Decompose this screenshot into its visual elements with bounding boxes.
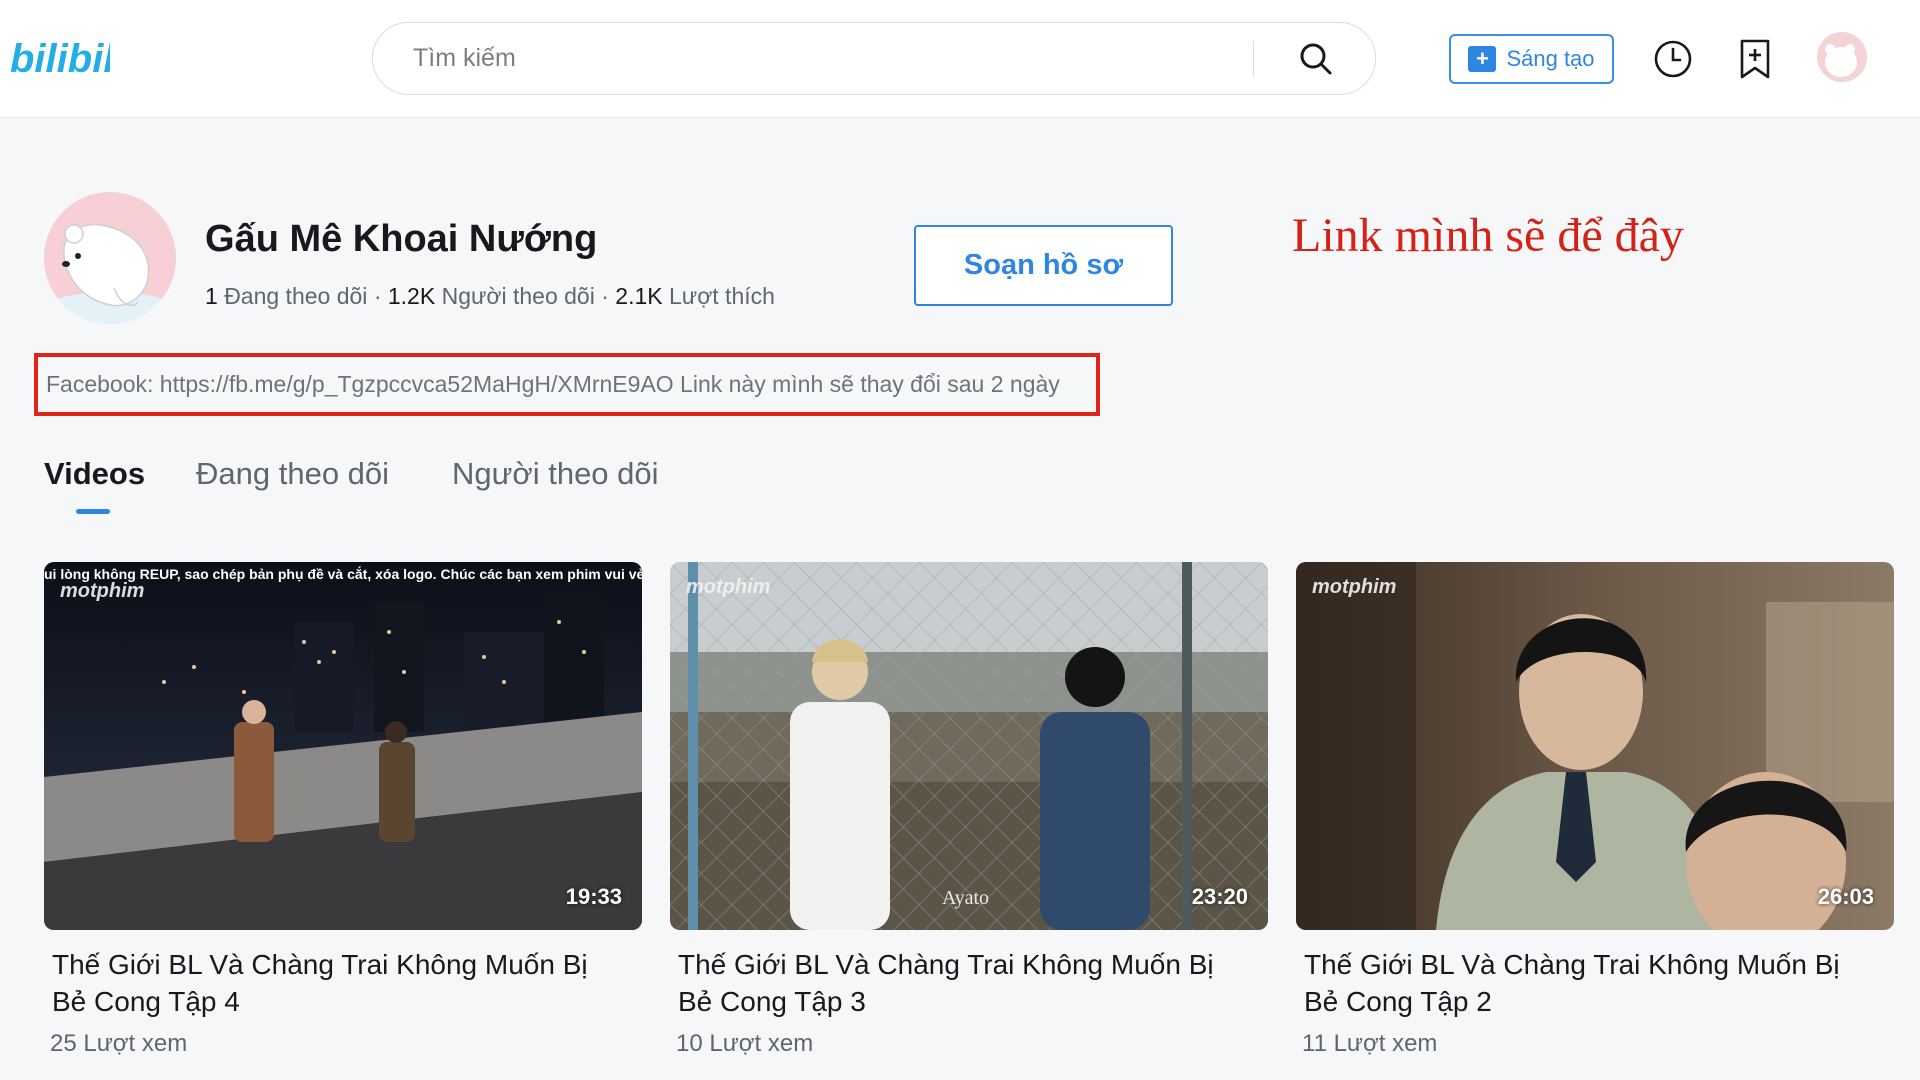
following-count: 1: [205, 283, 218, 309]
clock-icon: [1654, 40, 1692, 78]
video-watermark: motphim: [1312, 576, 1397, 598]
stats-separator: ·: [373, 283, 388, 309]
video-title-line: Bẻ Cong Tập 2: [1304, 986, 1492, 1017]
annotation-note: Link mình sẽ để đây: [1292, 209, 1684, 262]
tab-videos[interactable]: Videos: [44, 456, 145, 492]
create-button-label: Sáng tạo: [1506, 46, 1595, 71]
following-label[interactable]: Đang theo dõi: [224, 283, 367, 309]
polar-bear-avatar-icon: [44, 192, 176, 324]
bilibili-logo[interactable]: bilibili: [10, 30, 120, 84]
tab-followers[interactable]: Người theo dõi: [452, 456, 659, 492]
video-duration: 26:03: [1817, 884, 1874, 909]
video-card[interactable]: ui lòng không REUP, sao chép bản phụ đề …: [44, 562, 642, 1058]
video-card[interactable]: motphim Ayato 23:20 Thế Giới BL Và Chàng…: [670, 562, 1268, 1058]
history-button[interactable]: [1651, 36, 1695, 82]
profile-bio: Facebook: https://fb.me/g/p_Tgzpccvca52M…: [46, 371, 1060, 397]
plus-icon: +: [1468, 46, 1497, 72]
video-views: 10 Lượt xem: [676, 1030, 814, 1057]
video-credit: Ayato: [942, 887, 990, 909]
video-duration: 19:33: [565, 884, 622, 909]
followers-count: 1.2K: [387, 283, 436, 309]
video-thumbnail[interactable]: motphim Ayato 23:20: [670, 562, 1268, 930]
video-title[interactable]: Thế Giới BL Và Chàng Trai Không Muốn Bị …: [1296, 946, 1894, 1020]
video-thumbnail[interactable]: ui lòng không REUP, sao chép bản phụ đề …: [44, 562, 642, 930]
search-divider: [1253, 41, 1254, 77]
video-title-line: Thế Giới BL Và Chàng Trai Không Muốn Bị: [678, 949, 1214, 980]
bio-highlight-box: Facebook: https://fb.me/g/p_Tgzpccvca52M…: [34, 353, 1100, 416]
video-watermark: motphim: [686, 576, 771, 598]
profile-name: Gấu Mê Khoai Nướng: [205, 218, 598, 260]
video-title[interactable]: Thế Giới BL Và Chàng Trai Không Muốn Bị …: [44, 946, 642, 1020]
video-card[interactable]: motphim 26:03 Thế Giới BL Và Chàng Trai …: [1296, 562, 1894, 1058]
search-input[interactable]: [413, 23, 1233, 94]
video-watermark: motphim: [60, 580, 145, 602]
search-bar: [372, 22, 1376, 95]
active-tab-indicator: [76, 509, 110, 514]
video-views: 25 Lượt xem: [50, 1030, 188, 1057]
search-button[interactable]: [1291, 35, 1341, 83]
bookmark-plus-icon: [1740, 39, 1770, 79]
video-thumbnail-image: [44, 562, 642, 930]
followers-label[interactable]: Người theo dõi: [442, 283, 595, 309]
polar-bear-avatar-icon: [1817, 32, 1867, 82]
video-title-line: Thế Giới BL Và Chàng Trai Không Muốn Bị: [52, 949, 588, 980]
video-title-line: Bẻ Cong Tập 3: [678, 986, 866, 1017]
video-title-line: Bẻ Cong Tập 4: [52, 986, 240, 1017]
bilibili-logo-icon: bilibili: [10, 37, 110, 81]
favorites-button[interactable]: [1733, 36, 1777, 82]
video-thumbnail[interactable]: motphim 26:03: [1296, 562, 1894, 930]
likes-count: 2.1K: [615, 283, 663, 309]
video-thumbnail-image: [670, 562, 1268, 930]
stats-separator: ·: [601, 283, 616, 309]
edit-profile-button[interactable]: Soạn hồ sơ: [914, 225, 1173, 306]
video-views: 11 Lượt xem: [1302, 1030, 1438, 1057]
user-avatar-small[interactable]: [1817, 32, 1867, 82]
video-duration: 23:20: [1191, 884, 1248, 909]
video-title[interactable]: Thế Giới BL Và Chàng Trai Không Muốn Bị …: [670, 946, 1268, 1020]
create-button[interactable]: + Sáng tạo: [1449, 34, 1614, 84]
top-header: bilibili + Sáng tạo: [0, 0, 1920, 118]
likes-label: Lượt thích: [669, 283, 775, 309]
video-thumbnail-image: [1296, 562, 1894, 930]
tab-following[interactable]: Đang theo dõi: [196, 456, 389, 492]
profile-stats: 1 Đang theo dõi · 1.2K Người theo dõi · …: [205, 283, 775, 310]
svg-text:bilibili: bilibili: [10, 37, 110, 81]
search-icon: [1300, 43, 1332, 75]
video-title-line: Thế Giới BL Và Chàng Trai Không Muốn Bị: [1304, 949, 1840, 980]
profile-avatar[interactable]: [44, 192, 176, 324]
